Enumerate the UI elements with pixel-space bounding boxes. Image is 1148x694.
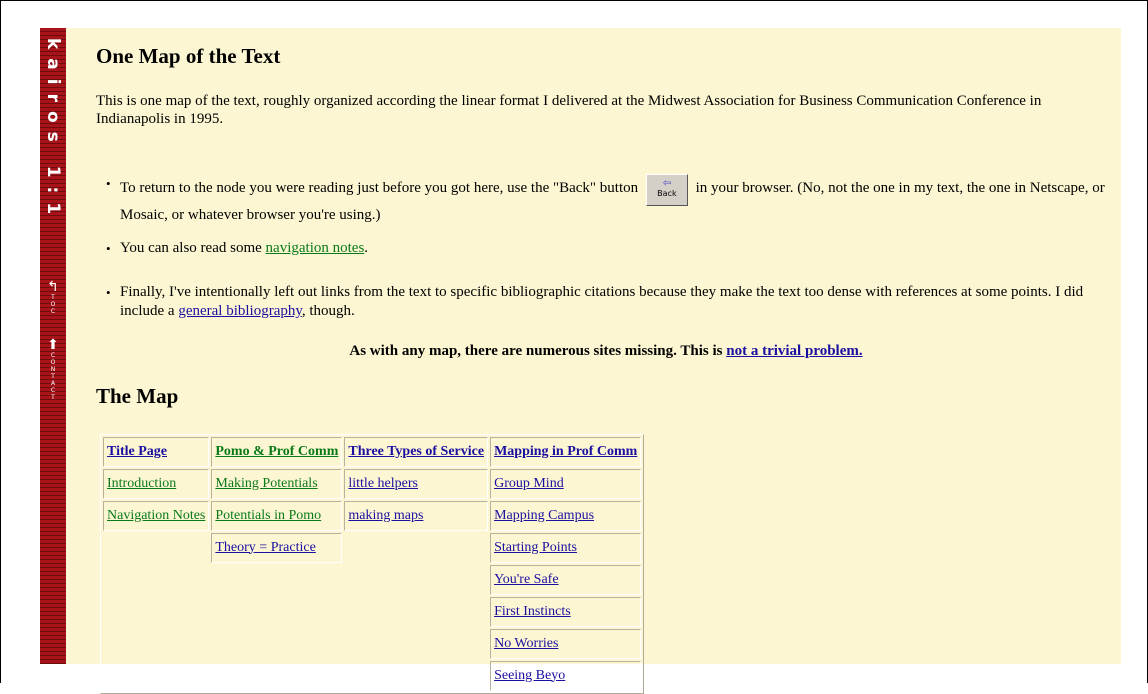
table-cell: First Instincts [490,597,642,627]
col-header: Mapping in Prof Comm [490,437,642,467]
youre-safe-link[interactable]: You're Safe [494,572,558,587]
note-text: As with any map, there are numerous site… [349,343,727,359]
making-potentials-link[interactable]: Making Potentials [215,476,317,491]
empty-cell [211,629,342,659]
general-bibliography-link[interactable]: general bibliography [178,303,302,319]
sidebar: kairos 1:1 ↰ TOC ⬆ CONTACT [40,28,66,664]
list-item: You can also read some navigation notes. [106,239,1110,258]
mapping-campus-link[interactable]: Mapping Campus [494,508,594,523]
curved-arrow-icon: ↰ [47,279,59,295]
table-cell: Navigation Notes [103,501,210,531]
bullet-text: To return to the node you were reading j… [120,180,639,196]
table-cell: Making Potentials [211,469,343,499]
navigation-notes-link[interactable]: navigation notes [266,240,365,256]
mapping-prof-comm-link[interactable]: Mapping in Prof Comm [494,444,637,459]
kairos-logo[interactable]: kairos 1:1 [42,38,64,244]
col-header: Pomo & Prof Comm [211,437,343,467]
empty-cell [103,565,209,595]
table-cell: making maps [344,501,489,531]
table-row: Introduction Making Potentials little he… [103,469,642,499]
bullet-text: You can also read some [120,240,266,256]
intro-text: This is one map of the text, roughly org… [96,93,1042,127]
empty-cell [344,661,488,691]
list-item: Finally, I've intentionally left out lin… [106,283,1110,321]
starting-points-link[interactable]: Starting Points [494,540,577,555]
table-cell: Seeing Beyo [490,661,642,691]
missing-sites-note: As with any map, there are numerous site… [96,343,1116,360]
empty-cell [344,565,488,595]
back-arrow-icon: ⇦ [662,178,672,189]
map-title: The Map [96,384,179,408]
little-helpers-link[interactable]: little helpers [348,476,418,491]
map-table: Title Page Pomo & Prof Comm Three Types … [100,434,645,694]
bullet-text: , though. [301,303,355,319]
pomo-prof-comm-link[interactable]: Pomo & Prof Comm [215,444,338,459]
empty-cell [103,629,209,659]
table-row: No Worries [103,629,642,659]
table-row: You're Safe [103,565,642,595]
empty-cell [103,661,209,691]
introduction-link[interactable]: Introduction [107,476,176,491]
table-cell: Starting Points [490,533,642,563]
table-cell: Introduction [103,469,210,499]
seeing-beyond-link[interactable]: Seeing Beyo [494,668,565,683]
empty-cell [344,597,488,627]
col-header: Title Page [103,437,210,467]
table-cell: Mapping Campus [490,501,642,531]
bullet-text: . [364,240,369,256]
empty-cell [344,629,488,659]
contact-label: CONTACT [50,352,56,401]
table-row: First Instincts [103,597,642,627]
table-row: Navigation Notes Potentials in Pomo maki… [103,501,642,531]
toc-label: TOC [50,294,56,315]
table-cell: No Worries [490,629,642,659]
potentials-in-pomo-link[interactable]: Potentials in Pomo [215,508,321,523]
empty-cell [103,533,209,563]
table-cell: Theory = Practice [211,533,343,563]
empty-cell [103,597,209,627]
back-button-image: ⇦ Back [645,174,688,206]
page-title: One Map of the Text [96,44,281,68]
table-cell: little helpers [344,469,489,499]
contact-link[interactable]: ⬆ CONTACT [42,338,64,401]
col-header: Three Types of Service [344,437,489,467]
table-cell: You're Safe [490,565,642,595]
table-row: Seeing Beyo [103,661,642,691]
not-trivial-problem-link[interactable]: not a trivial problem. [726,343,862,359]
empty-cell [211,661,342,691]
toc-link[interactable]: ↰ TOC [42,280,64,315]
table-header-row: Title Page Pomo & Prof Comm Three Types … [103,437,642,467]
empty-cell [344,533,488,563]
list-item: To return to the node you were reading j… [106,174,1110,225]
group-mind-link[interactable]: Group Mind [494,476,564,491]
three-types-link[interactable]: Three Types of Service [348,444,484,459]
empty-cell [211,565,342,595]
up-arrow-icon: ⬆ [47,337,59,353]
title-page-link[interactable]: Title Page [107,444,167,459]
making-maps-link[interactable]: making maps [348,508,423,523]
back-button-label: Back [657,189,677,198]
navigation-notes-map-link[interactable]: Navigation Notes [107,508,205,523]
theory-practice-link[interactable]: Theory = Practice [215,540,315,555]
no-worries-link[interactable]: No Worries [494,636,558,651]
table-cell: Potentials in Pomo [211,501,343,531]
empty-cell [211,597,342,627]
table-row: Theory = Practice Starting Points [103,533,642,563]
first-instincts-link[interactable]: First Instincts [494,604,571,619]
table-cell: Group Mind [490,469,642,499]
